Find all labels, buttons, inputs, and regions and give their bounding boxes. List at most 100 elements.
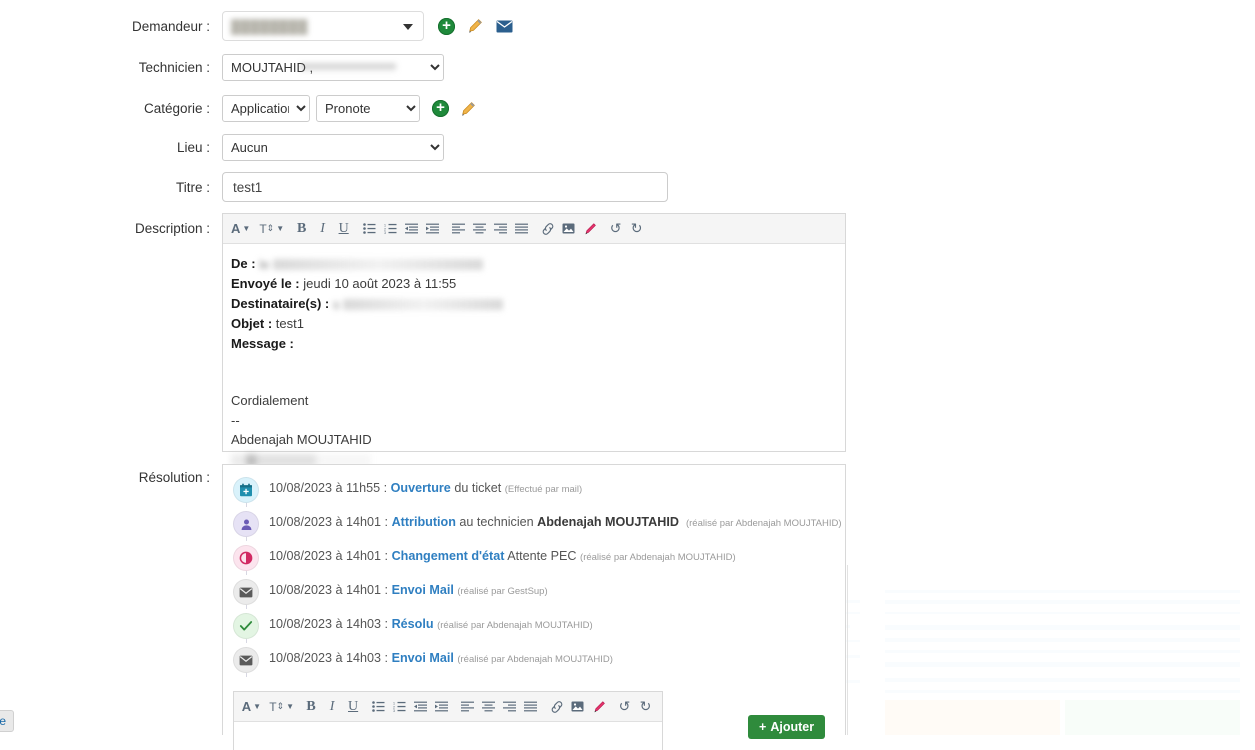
redo-icon[interactable]: ↻ — [626, 218, 647, 240]
align-left-icon[interactable] — [448, 218, 469, 240]
highlighter-icon[interactable] — [579, 218, 600, 240]
description-body[interactable]: De : le Envoyé le : jeudi 10 août 2023 à… — [223, 244, 845, 473]
image-icon[interactable] — [558, 218, 579, 240]
timeline-action[interactable]: Ouverture — [391, 481, 451, 495]
svg-text:3: 3 — [393, 709, 395, 712]
timeline-event[interactable]: 10/08/2023 à 14h03 : Résolu (réalisé par… — [223, 613, 845, 647]
lieu-label: Lieu : — [176, 140, 210, 155]
italic-icon[interactable]: I — [322, 696, 343, 718]
message-label: Message : — [231, 335, 294, 351]
align-left-icon[interactable] — [457, 696, 478, 718]
mail-demandeur-envelope-icon[interactable] — [496, 20, 513, 33]
reply-textarea[interactable] — [234, 722, 662, 750]
bullet-list-icon[interactable] — [368, 696, 389, 718]
objet-label: Objet : — [231, 316, 273, 332]
timeline-event[interactable]: 10/08/2023 à 14h01 : Envoi Mail (réalisé… — [223, 579, 845, 613]
timeline-date: 10/08/2023 à 14h01 : — [269, 583, 392, 597]
timeline-meta: (réalisé par GestSup) — [457, 586, 548, 597]
resolution-label: Résolution : — [138, 470, 210, 485]
undo-icon[interactable]: ↺ — [605, 218, 626, 240]
svg-text:3: 3 — [384, 231, 386, 234]
highlighter-icon[interactable] — [588, 696, 609, 718]
timeline-meta: (réalisé par Abdenajah MOUJTAHID) — [685, 518, 842, 529]
demandeur-select[interactable]: ████████ — [222, 11, 424, 41]
font-color-icon[interactable]: A ▼ — [229, 218, 252, 240]
image-icon[interactable] — [567, 696, 588, 718]
timeline-date: 10/08/2023 à 14h01 : — [269, 515, 392, 529]
timeline-action[interactable]: Changement d'état — [392, 549, 505, 563]
align-right-icon[interactable] — [499, 696, 520, 718]
bullet-list-icon[interactable] — [359, 218, 380, 240]
timeline-event-text: 10/08/2023 à 14h03 : Envoi Mail (réalisé… — [269, 647, 613, 665]
align-justify-icon[interactable] — [520, 696, 541, 718]
underline-icon[interactable]: U — [333, 218, 354, 240]
demandeur-label: Demandeur : — [131, 18, 210, 34]
underline-icon[interactable]: U — [343, 696, 364, 718]
outdent-icon[interactable] — [410, 696, 431, 718]
timeline-action[interactable]: Attribution — [392, 515, 456, 529]
timeline-date: 10/08/2023 à 14h03 : — [269, 617, 392, 631]
titre-label: Titre : — [175, 179, 210, 195]
field-row-description: Description : A ▼ T ⇕ ▼ B I U 123 ↺ ↻ De… — [0, 213, 846, 467]
categorie-select[interactable]: Application — [222, 95, 310, 122]
timeline-detail: au technicien — [455, 515, 538, 529]
bold-icon[interactable]: B — [291, 218, 312, 240]
de-label: De : — [231, 256, 256, 271]
edit-categorie-pencil-icon[interactable] — [460, 101, 476, 117]
link-icon[interactable] — [537, 218, 558, 240]
outdent-icon[interactable] — [401, 218, 422, 240]
align-justify-icon[interactable] — [511, 218, 532, 240]
plus-glyph-add: + — [759, 720, 767, 734]
timeline-meta: (réalisé par Abdenajah MOUJTAHID) — [437, 620, 593, 631]
field-row-lieu: Lieu : Aucun — [0, 134, 444, 161]
field-row-technicien: Technicien : MOUJTAHID , — [0, 54, 444, 81]
align-center-icon[interactable] — [469, 218, 490, 240]
timeline-action[interactable]: Envoi Mail — [392, 651, 454, 665]
add-demandeur-button[interactable]: + — [438, 17, 455, 35]
add-button-label: Ajouter — [770, 720, 815, 734]
indent-icon[interactable] — [431, 696, 452, 718]
envoye-value: jeudi 10 août 2023 à 11:55 — [303, 276, 457, 292]
timeline-event-text: 10/08/2023 à 14h01 : Envoi Mail (réalisé… — [269, 579, 548, 597]
timeline-detail: du ticket — [450, 481, 505, 495]
resolution-timeline: 10/08/2023 à 11h55 : Ouverture du ticket… — [223, 465, 845, 685]
undo-icon[interactable]: ↺ — [614, 696, 635, 718]
align-center-icon[interactable] — [478, 696, 499, 718]
add-button[interactable]: + Ajouter — [748, 715, 826, 739]
description-editor-toolbar: A ▼ T ⇕ ▼ B I U 123 ↺ ↻ — [223, 214, 845, 244]
font-color-icon[interactable]: A ▼ — [240, 696, 263, 718]
check-icon — [233, 613, 259, 639]
add-categorie-button[interactable]: + — [432, 100, 449, 117]
field-row-categorie: Catégorie : Application Pronote + — [0, 95, 476, 122]
user-icon — [233, 511, 259, 537]
description-line-objet: Objet : test1 — [231, 314, 837, 334]
edit-demandeur-pencil-icon[interactable] — [467, 18, 483, 34]
numbered-list-icon[interactable]: 123 — [380, 218, 401, 240]
lieu-select[interactable]: Aucun — [222, 134, 444, 161]
italic-icon[interactable]: I — [312, 218, 333, 240]
bold-icon[interactable]: B — [301, 696, 322, 718]
titre-input[interactable] — [222, 172, 668, 202]
timeline-action[interactable]: Envoi Mail — [392, 583, 454, 597]
closure-tab[interactable]: lure — [0, 710, 15, 732]
align-right-icon[interactable] — [490, 218, 511, 240]
numbered-list-icon[interactable]: 123 — [389, 696, 410, 718]
timeline-event[interactable]: 10/08/2023 à 14h01 : Attribution au tech… — [223, 511, 845, 545]
timeline-meta: (Effectué par mail) — [504, 484, 583, 495]
chevron-down-icon — [403, 24, 413, 30]
envoye-label: Envoyé le : — [231, 276, 300, 292]
font-size-icon[interactable]: T ⇕ ▼ — [257, 218, 286, 240]
technicien-label: Technicien : — [138, 60, 210, 75]
sous-categorie-select[interactable]: Pronote — [316, 95, 420, 122]
link-icon[interactable] — [546, 696, 567, 718]
redo-icon[interactable]: ↻ — [635, 696, 656, 718]
timeline-event[interactable]: 10/08/2023 à 14h03 : Envoi Mail (réalisé… — [223, 647, 845, 681]
timeline-action[interactable]: Résolu — [392, 617, 434, 631]
font-size-icon[interactable]: T ⇕ ▼ — [268, 696, 296, 718]
indent-icon[interactable] — [422, 218, 443, 240]
timeline-event[interactable]: 10/08/2023 à 11h55 : Ouverture du ticket… — [223, 477, 845, 511]
timeline-event[interactable]: 10/08/2023 à 14h01 : Changement d'état A… — [223, 545, 845, 579]
envelope-icon — [233, 579, 259, 605]
description-signature: Abdenajah MOUJTAHID — [231, 432, 372, 448]
technicien-select[interactable]: MOUJTAHID , — [222, 54, 444, 81]
